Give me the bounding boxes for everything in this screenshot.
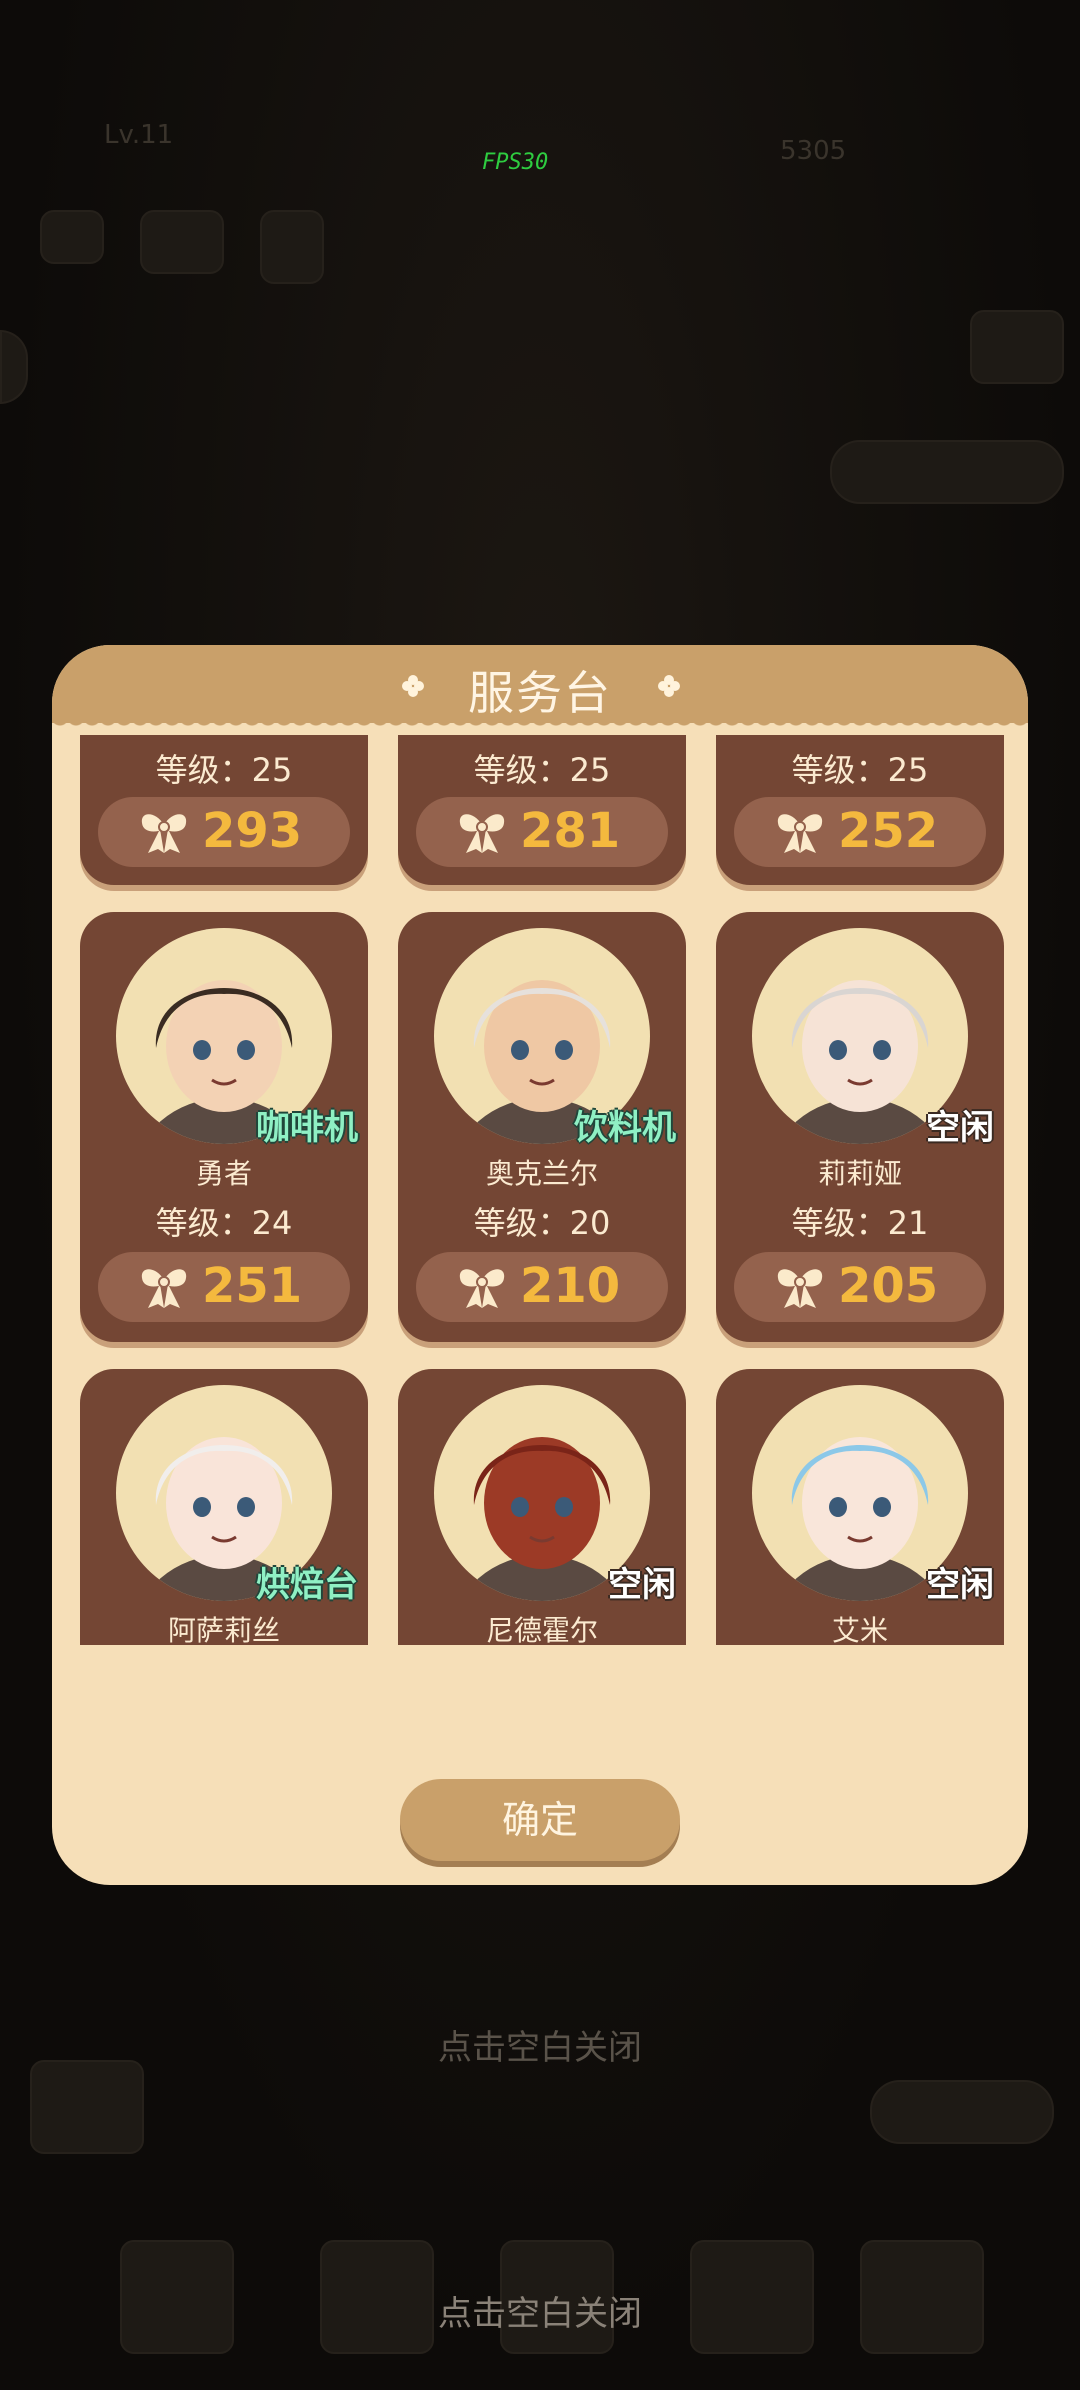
confirm-button[interactable]: 确定 bbox=[400, 1779, 680, 1861]
dialog-title: 服务台 bbox=[468, 666, 612, 720]
affinity-value: 281 bbox=[520, 803, 621, 859]
staff-name: 奥克兰尔 bbox=[485, 1157, 598, 1190]
resource-value: 5305 bbox=[780, 136, 847, 166]
affinity-value: 252 bbox=[838, 803, 939, 859]
affinity-pill: 252 bbox=[734, 797, 986, 867]
staff-level: 等级：25 bbox=[155, 751, 293, 789]
bow-icon bbox=[456, 809, 508, 855]
staff-level: 等级：24 bbox=[155, 1204, 293, 1242]
affinity-value: 205 bbox=[838, 1258, 939, 1314]
staff-name: 艾米 bbox=[831, 1614, 888, 1645]
globe-icon bbox=[140, 210, 224, 274]
staff-name: 阿萨莉丝 bbox=[167, 1614, 280, 1645]
staff-level: 等级：20 bbox=[473, 1204, 611, 1242]
staff-card[interactable]: 烘焙台阿萨莉丝 bbox=[80, 1369, 368, 1645]
map-icon bbox=[30, 2060, 144, 2154]
affinity-value: 293 bbox=[202, 803, 303, 859]
staff-level: 等级：25 bbox=[473, 751, 611, 789]
mail-icon bbox=[40, 210, 104, 264]
bow-icon bbox=[138, 1264, 190, 1310]
service-desk-dialog: 服务台 等级：25 293 等级：25 281 等级：25 252 咖啡机 勇者等级：24 2… bbox=[52, 645, 1028, 1885]
staff-name: 尼德霍尔 bbox=[485, 1614, 598, 1645]
book-icon bbox=[970, 310, 1064, 384]
fps-counter: FPS30 bbox=[482, 150, 549, 175]
affinity-pill: 210 bbox=[416, 1252, 668, 1322]
staff-card[interactable]: 空闲艾米 bbox=[716, 1369, 1004, 1645]
staff-level: 等级：25 bbox=[791, 751, 929, 789]
staff-card[interactable]: 等级：25 281 bbox=[398, 735, 686, 885]
staff-card[interactable]: 咖啡机 勇者等级：24 251 bbox=[80, 912, 368, 1342]
staff-status: 咖啡机 bbox=[256, 1108, 358, 1148]
staff-grid[interactable]: 等级：25 293 等级：25 281 等级：25 252 咖啡机 勇者等级：24 251 饮料… bbox=[52, 735, 1028, 1645]
staff-card[interactable]: 空闲 莉莉娅等级：21 205 bbox=[716, 912, 1004, 1342]
bow-icon bbox=[138, 809, 190, 855]
affinity-pill: 293 bbox=[98, 797, 350, 867]
energy-bar bbox=[870, 2080, 1054, 2144]
staff-name: 莉莉娅 bbox=[817, 1157, 902, 1190]
bow-icon bbox=[774, 1264, 826, 1310]
affinity-pill: 205 bbox=[734, 1252, 986, 1322]
tap-blank-to-close[interactable]: 点击空白关闭 bbox=[0, 2020, 1080, 2069]
staff-status: 空闲 bbox=[926, 1565, 994, 1605]
affinity-pill: 251 bbox=[98, 1252, 350, 1322]
open-sign bbox=[830, 440, 1064, 504]
staff-name: 勇者 bbox=[195, 1157, 252, 1190]
staff-status: 空闲 bbox=[608, 1565, 676, 1605]
bow-icon bbox=[456, 1264, 508, 1310]
staff-card[interactable]: 等级：25 252 bbox=[716, 735, 1004, 885]
staff-status: 饮料机 bbox=[574, 1108, 676, 1148]
staff-card[interactable]: 等级：25 293 bbox=[80, 735, 368, 885]
staff-level: 等级：21 bbox=[791, 1204, 929, 1242]
staff-card[interactable]: 饮料机奥克兰尔等级：20 210 bbox=[398, 912, 686, 1342]
bow-icon bbox=[774, 809, 826, 855]
staff-card[interactable]: 空闲 尼德霍尔 bbox=[398, 1369, 686, 1645]
affinity-value: 251 bbox=[202, 1258, 303, 1314]
staff-status: 空闲 bbox=[926, 1108, 994, 1148]
staff-status: 烘焙台 bbox=[256, 1565, 358, 1605]
checkin-icon bbox=[260, 210, 324, 284]
clover-right-icon bbox=[658, 675, 680, 697]
affinity-pill: 281 bbox=[416, 797, 668, 867]
tap-blank-to-close-bottom[interactable]: 点击空白关闭 bbox=[0, 2286, 1080, 2335]
affinity-value: 210 bbox=[520, 1258, 621, 1314]
player-level: Lv.11 bbox=[104, 120, 174, 150]
